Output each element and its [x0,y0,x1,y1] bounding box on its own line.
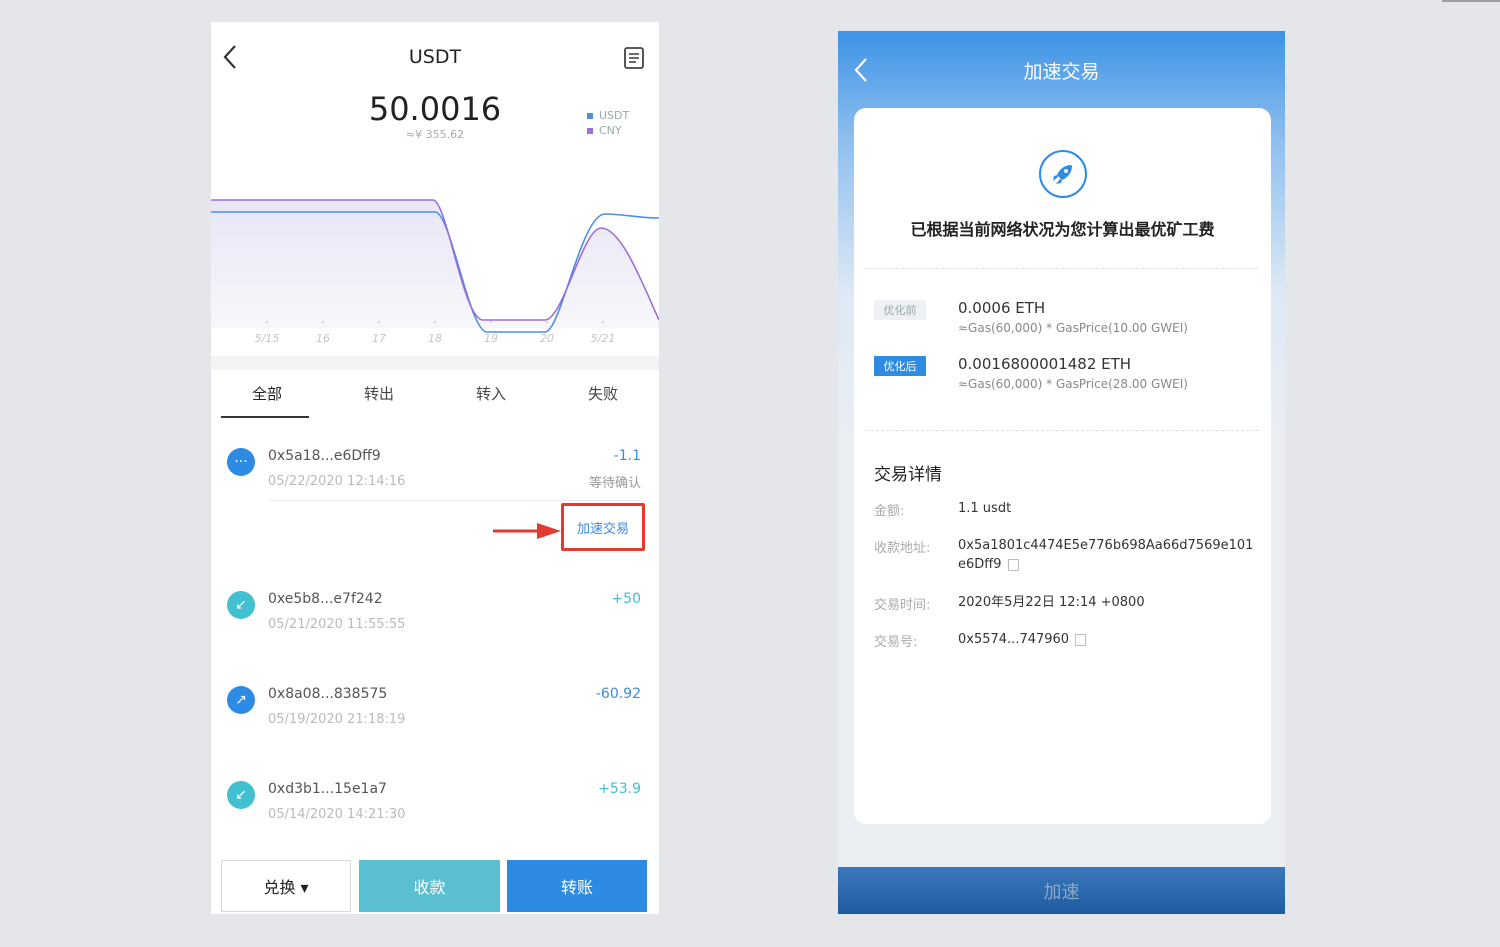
x-tick-label: 5/21 [591,332,616,345]
legend-item-cny: CNY [587,123,629,138]
receive-button[interactable]: 收款 [359,860,500,912]
tx-amount: -1.1 [613,448,641,464]
tab-all[interactable]: 全部 [211,372,323,420]
tick-mark [322,321,324,323]
fee-before-value: 0.0006 ETH [958,299,1046,317]
tx-address: 0x8a08...838575 [268,686,388,702]
chart-legend: USDT CNY [587,108,629,138]
details-title: 交易详情 [874,465,942,485]
chart-separator [211,356,659,370]
x-tick-label: 19 [484,332,498,345]
recipient-label: 收款地址: [874,541,931,556]
legend-label: CNY [599,124,622,137]
tx-address: 0x5a18...e6Dff9 [268,448,381,464]
tx-time-label: 交易时间: [874,598,931,613]
tick-mark [434,321,436,323]
rocket-glyph [1053,165,1072,184]
speed-up-transaction-link[interactable]: 加速交易 [561,503,645,551]
tick-mark [602,321,604,323]
transaction-row[interactable]: ↙ 0xe5b8...e7f242 05/21/2020 11:55:55 +50 [211,591,659,661]
fee-headline: 已根据当前网络状况为您计算出最优矿工费 [910,220,1215,239]
page-title: 加速交易 [1023,61,1100,83]
wallet-token-screen: USDT 50.0016 ≈¥ 355.62 USDT CNY 5/15 16 17… [211,22,659,914]
tx-status: 等待确认 [588,476,641,491]
dashed-divider [866,430,1259,431]
tx-hash-value: 0x5574...747960 [958,630,1258,649]
balance-chart: 5/15 16 17 18 19 20 5/21 [211,199,659,345]
x-tick-label: 5/15 [255,332,280,345]
legend-swatch [587,128,593,134]
filter-tabs: 全部 转出 转入 失败 [211,372,659,420]
tab-outgoing[interactable]: 转出 [323,372,435,420]
tab-incoming[interactable]: 转入 [435,372,547,420]
dashed-divider [866,268,1259,269]
fee-after-formula: ≈Gas(60,000) * GasPrice(28.00 GWEI) [958,377,1188,391]
tab-failed[interactable]: 失败 [547,372,659,420]
legend-swatch [587,113,593,119]
action-bar: 兑换 ▾ 收款 转账 [211,860,659,914]
tx-time: 05/19/2020 21:18:19 [268,712,406,727]
x-tick-label: 18 [428,332,442,345]
tx-amount: +53.9 [598,781,641,797]
tick-mark [546,321,548,323]
recipient-address-text: 0x5a1801c4474E5e776b698Aa66d7569e101e6Df… [958,538,1254,572]
tx-time: 05/14/2020 14:21:30 [268,807,406,822]
speed-up-card: 已根据当前网络状况为您计算出最优矿工费 优化前 0.0006 ETH ≈Gas(… [854,108,1271,824]
fee-after-value: 0.0016800001482 ETH [958,355,1132,373]
tx-amount: +50 [611,591,641,607]
pending-icon: ··· [227,448,255,476]
speed-up-button[interactable]: 加速 [838,867,1285,914]
tx-address: 0xd3b1...15e1a7 [268,781,387,797]
tx-hash-label: 交易号: [874,635,918,650]
legend-label: USDT [599,109,630,122]
copy-icon[interactable] [1075,633,1087,646]
transaction-row[interactable]: ↗ 0x8a08...838575 05/19/2020 21:18:19 -60.9… [211,686,659,756]
x-tick-label: 20 [540,332,554,345]
tx-amount: -60.92 [595,686,641,702]
tx-time: 05/21/2020 11:55:55 [268,617,406,632]
divider [268,500,641,501]
fee-after-tag: 优化后 [874,356,926,376]
recipient-address: 0x5a1801c4474E5e776b698Aa66d7569e101e6Df… [958,536,1258,574]
fee-before-formula: ≈Gas(60,000) * GasPrice(10.00 GWEI) [958,321,1188,335]
tx-time-value: 2020年5月22日 12:14 +0800 [958,595,1145,610]
tick-mark [266,321,268,323]
amount-value: 1.1 usdt [958,501,1012,516]
tx-address: 0xe5b8...e7f242 [268,591,383,607]
rocket-icon [1039,150,1087,198]
speed-up-screen: 加速交易 已根据当前网络状况为您计算出最优矿工费 优化前 0.0006 ETH … [838,31,1285,914]
incoming-icon: ↙ [227,591,255,619]
fee-before-tag: 优化前 [874,300,926,320]
legend-item-usdt: USDT [587,108,629,123]
tx-time: 05/22/2020 12:14:16 [268,474,406,489]
transfer-button[interactable]: 转账 [507,860,647,912]
page-title: USDT [408,46,462,68]
chart-area-fill [211,200,659,328]
copy-icon[interactable] [1007,558,1019,571]
tick-mark [378,321,380,323]
window-edge-mark [1442,0,1500,2]
active-tab-indicator [221,416,309,418]
annotation-arrow-icon [493,523,561,539]
tx-hash-text: 0x5574...747960 [958,632,1070,647]
tick-mark [490,321,492,323]
x-tick-label: 16 [316,332,330,345]
amount-label: 金额: [874,504,905,519]
document-icon[interactable] [623,46,645,70]
x-tick-label: 17 [372,332,386,345]
incoming-icon: ↙ [227,781,255,809]
transaction-row[interactable]: ↙ 0xd3b1...15e1a7 05/14/2020 14:21:30 +53.9 [211,781,659,851]
exchange-button[interactable]: 兑换 ▾ [221,860,351,912]
outgoing-icon: ↗ [227,686,255,714]
